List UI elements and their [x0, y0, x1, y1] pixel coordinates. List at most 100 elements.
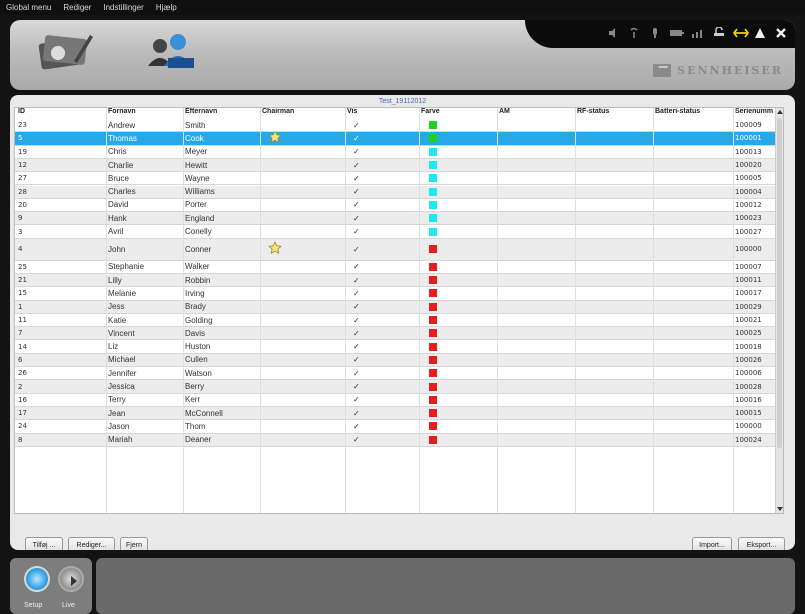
scroll-down-icon[interactable]	[777, 507, 783, 511]
column-divider	[733, 108, 734, 513]
menu-hjaelp[interactable]: Hjælp	[156, 3, 177, 12]
table-row[interactable]: 28 Charles Williams ✓ 100004	[15, 185, 783, 199]
color-swatch	[429, 134, 437, 143]
cell-vis: ✓	[353, 355, 360, 365]
table-row[interactable]: 12 Charlie Hewitt ✓ 100020	[15, 158, 783, 173]
cell-serial: 100012	[735, 200, 762, 209]
cell-first: Charles	[108, 187, 136, 197]
table-row[interactable]: 2 Jessica Berry ✓ 100028	[15, 380, 783, 394]
participants-icon[interactable]	[144, 30, 200, 77]
setup-mode-button[interactable]	[24, 566, 50, 592]
remove-button[interactable]: Fjern	[120, 537, 148, 550]
cell-first: Katie	[108, 315, 127, 325]
table-row[interactable]: 16 Terry Kerr ✓ 100016	[15, 394, 783, 407]
participant-table[interactable]: ID Fornavn Efternavn Chairman Vis Farve AM RF-s…	[14, 107, 784, 514]
column-header[interactable]: Fornavn	[108, 108, 183, 118]
column-header[interactable]: ID	[18, 108, 106, 118]
table-row[interactable]: 19 Chris Meyer ✓ 100013	[15, 146, 783, 159]
cell-serial: 100026	[735, 355, 762, 364]
color-swatch	[429, 227, 437, 236]
cell-first: Andrew	[108, 120, 136, 130]
close-icon[interactable]	[775, 26, 787, 38]
column-header[interactable]: Efternavn	[185, 108, 260, 118]
cell-bat	[655, 327, 733, 339]
chairman-star-icon	[268, 241, 282, 257]
cell-am	[499, 212, 575, 224]
color-swatch	[429, 187, 437, 196]
cell-serial: 100027	[735, 227, 762, 236]
table-row[interactable]: 17 Jean McConnell ✓ 100015	[15, 407, 783, 421]
cell-chairman	[262, 274, 345, 286]
cell-chairman	[262, 341, 345, 353]
cell-rf	[577, 314, 653, 326]
cell-vis: ✓	[353, 244, 360, 254]
mode-bar: Setup Live	[10, 558, 795, 614]
cell-chairman	[262, 314, 345, 326]
menu-global[interactable]: Global menu	[6, 3, 51, 12]
table-row[interactable]: 4 John Conner ✓ 100000	[15, 238, 783, 261]
cell-am	[499, 186, 575, 198]
column-header[interactable]: Farve	[421, 108, 497, 118]
volume-icon	[607, 26, 619, 38]
table-row[interactable]: 27 Bruce Wayne ✓ 100005	[15, 172, 783, 186]
cell-chairman	[262, 407, 345, 419]
cell-id: 23	[18, 121, 27, 130]
cell-chairman	[262, 212, 345, 224]
menu-rediger[interactable]: Rediger	[63, 3, 91, 12]
documents-icon[interactable]	[36, 31, 94, 76]
table-row[interactable]: 11 Katie Golding ✓ 100021	[15, 314, 783, 328]
table-row[interactable]: 15 Melanie Irving ✓ 100017	[15, 287, 783, 301]
cell-vis: ✓	[353, 408, 360, 418]
table-row[interactable]: 14 Liz Huston ✓ 100018	[15, 341, 783, 354]
cell-last: McConnell	[185, 408, 223, 418]
table-row[interactable]: 6 Michael Cullen ✓ 100026	[15, 353, 783, 368]
export-button[interactable]: Eksport...	[738, 537, 785, 550]
add-button[interactable]: Tilføj ...	[25, 537, 63, 550]
import-button[interactable]: Import...	[692, 537, 732, 550]
cell-color	[421, 119, 497, 131]
cell-last: Hewitt	[185, 160, 208, 170]
table-row[interactable]: 1 Jess Brady ✓ 100029	[15, 300, 783, 314]
menu-indstillinger[interactable]: Indstillinger	[103, 3, 143, 12]
table-row[interactable]: 3 Avril Conelly ✓ 100027	[15, 225, 783, 239]
cell-color	[421, 367, 497, 379]
column-header[interactable]: Serienumm	[735, 108, 777, 118]
cell-chairman	[262, 354, 345, 366]
cell-first: Vincent	[108, 328, 135, 338]
table-row[interactable]: 21 Lilly Robbin ✓ 100011	[15, 274, 783, 288]
table-row[interactable]: 20 David Porter ✓ 100012	[15, 199, 783, 213]
cell-rf	[577, 394, 653, 406]
cell-last: Robbin	[185, 275, 211, 285]
table-row[interactable]: 8 Mariah Deaner ✓ 100024	[15, 433, 783, 447]
column-header[interactable]: RF-status	[577, 108, 653, 118]
table-row[interactable]: 24 Jason Thom ✓ 100000	[15, 420, 783, 434]
vertical-scrollbar[interactable]	[775, 108, 783, 513]
cell-am	[499, 225, 575, 237]
edit-button[interactable]: Rediger...	[68, 537, 115, 550]
cell-rf	[577, 239, 653, 260]
scroll-up-icon[interactable]	[777, 110, 783, 114]
cell-vis: ✓	[353, 395, 360, 405]
table-row[interactable]: 9 Hank England ✓ 100023	[15, 212, 783, 226]
cell-serial: 100028	[735, 382, 762, 391]
cell-chairman	[262, 172, 345, 184]
cell-first: Chris	[108, 147, 127, 157]
table-row[interactable]: 23 Andrew Smith ✓ 100009	[15, 119, 783, 133]
cell-chairman	[262, 301, 345, 313]
table-row[interactable]: 5 Thomas Cook ✓ 100001	[15, 132, 783, 146]
table-row[interactable]: 26 Jennifer Watson ✓ 100006	[15, 367, 783, 381]
column-header[interactable]: Batteri-status	[655, 108, 733, 118]
table-row[interactable]: 25 Stephanie Walker ✓ 100007	[15, 261, 783, 274]
cell-am	[499, 287, 575, 299]
table-row[interactable]: 7 Vincent Davis ✓ 100025	[15, 327, 783, 341]
cell-rf	[577, 380, 653, 392]
scroll-thumb[interactable]	[777, 118, 782, 448]
cell-chairman	[262, 420, 345, 432]
column-header[interactable]: Chairman	[262, 108, 345, 118]
live-mode-button[interactable]	[58, 566, 84, 592]
cell-am	[499, 367, 575, 379]
cell-color	[421, 274, 497, 286]
column-divider	[575, 108, 576, 513]
column-header[interactable]: AM	[499, 108, 575, 118]
column-header[interactable]: Vis	[347, 108, 419, 118]
